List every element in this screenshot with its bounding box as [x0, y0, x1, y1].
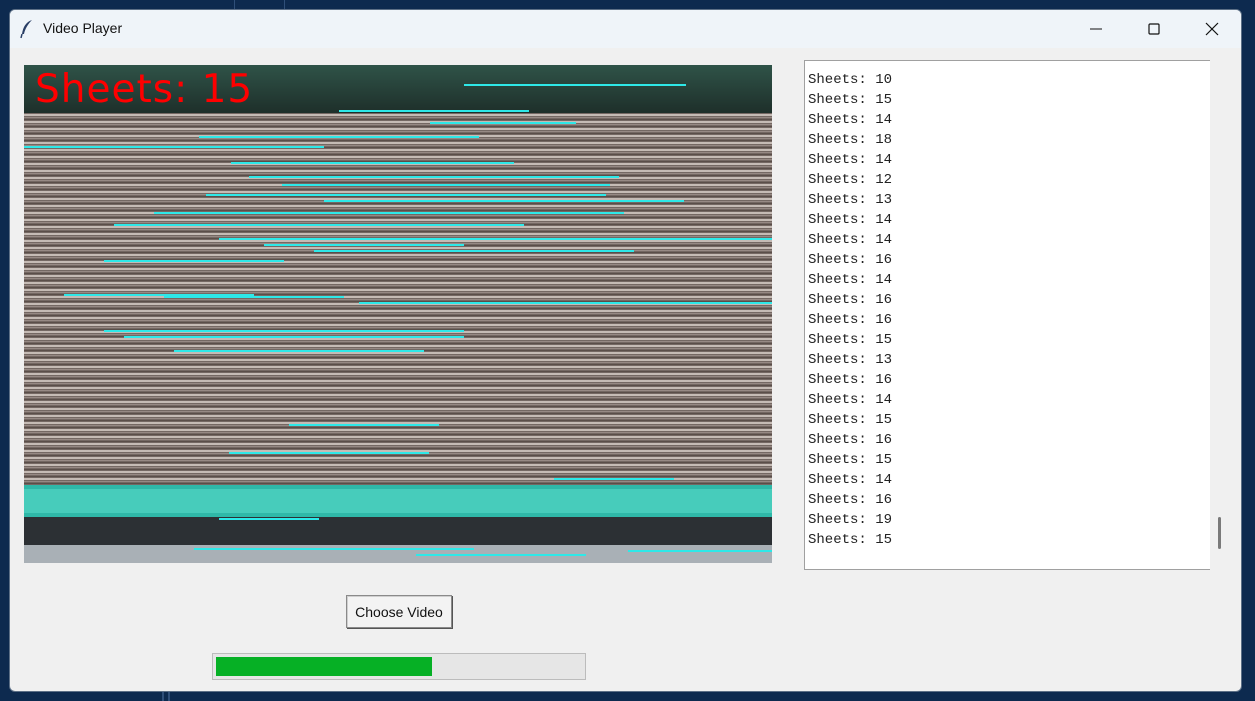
log-line: Sheets: 13	[808, 192, 893, 208]
desktop-background-line	[168, 692, 170, 701]
video-frame-graphic	[24, 65, 772, 563]
log-scrollbar-thumb[interactable]	[1218, 517, 1221, 549]
log-line: Sheets: 15	[808, 532, 893, 548]
log-line: Sheets: 14	[808, 472, 893, 488]
sheet-count-log[interactable]: Sheets: 10 Sheets: 15 Sheets: 14 Sheets: 18…	[804, 60, 1210, 570]
log-line: Sheets: 15	[808, 332, 893, 348]
log-line: Sheets: 16	[808, 432, 893, 448]
video-frame: Sheets: 15	[24, 65, 772, 563]
minimize-button[interactable]	[1067, 10, 1125, 48]
log-line: Sheets: 16	[808, 252, 893, 268]
log-list: Sheets: 10 Sheets: 15 Sheets: 14 Sheets: 18…	[808, 70, 892, 550]
progress-bar-fill	[216, 657, 432, 676]
log-line: Sheets: 18	[808, 132, 893, 148]
log-line: Sheets: 14	[808, 152, 893, 168]
log-line: Sheets: 15	[808, 452, 893, 468]
desktop-background-line	[162, 692, 164, 701]
log-line: Sheets: 14	[808, 392, 893, 408]
log-line: Sheets: 12	[808, 172, 893, 188]
window-title: Video Player	[43, 20, 123, 36]
log-line: Sheets: 16	[808, 292, 893, 308]
log-line: Sheets: 19	[808, 512, 893, 528]
minimize-icon	[1090, 28, 1102, 30]
log-line: Sheets: 16	[808, 372, 893, 388]
desktop-background-line	[284, 0, 285, 9]
desktop-background-line	[234, 0, 235, 9]
log-line: Sheets: 16	[808, 312, 893, 328]
log-line: Sheets: 14	[808, 112, 893, 128]
video-player-window: Video Player Sheets: 15 Sheets: 10 Sheet…	[9, 9, 1242, 692]
progress-bar	[212, 653, 586, 680]
feather-icon	[20, 19, 34, 39]
title-bar[interactable]: Video Player	[10, 10, 1241, 48]
log-line: Sheets: 10	[808, 72, 893, 88]
close-button[interactable]	[1183, 10, 1241, 48]
log-line: Sheets: 13	[808, 352, 893, 368]
log-line: Sheets: 15	[808, 92, 893, 108]
log-line: Sheets: 14	[808, 212, 893, 228]
choose-video-button[interactable]: Choose Video	[346, 595, 452, 628]
close-icon	[1205, 22, 1219, 36]
log-line: Sheets: 16	[808, 492, 893, 508]
sheet-count-overlay: Sheets: 15	[35, 67, 254, 112]
log-line: Sheets: 14	[808, 232, 893, 248]
maximize-icon	[1148, 23, 1160, 35]
log-line: Sheets: 15	[808, 412, 893, 428]
log-line: Sheets: 14	[808, 272, 893, 288]
maximize-button[interactable]	[1125, 10, 1183, 48]
